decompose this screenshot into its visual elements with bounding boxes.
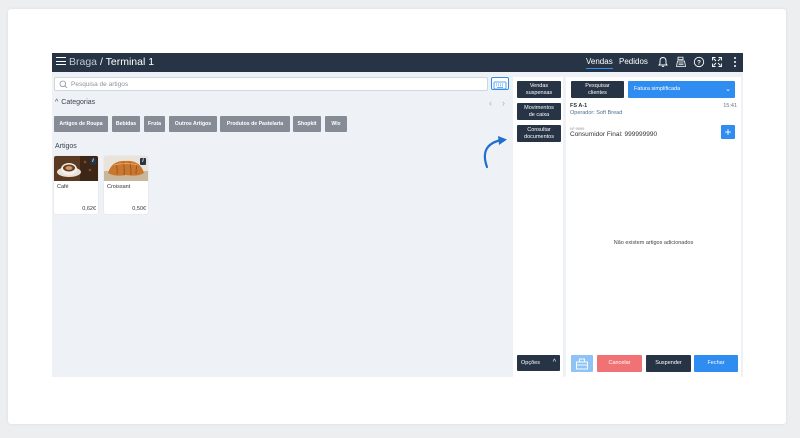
menu-icon[interactable]: [56, 57, 66, 67]
plus-icon: +: [724, 125, 732, 139]
search-clients-button[interactable]: Pesquisar clientes: [571, 81, 624, 98]
document-time: 15:41: [723, 103, 737, 109]
help-icon[interactable]: ?: [693, 56, 705, 68]
button-line: clientes: [588, 89, 607, 96]
button-line: de caixa: [528, 111, 550, 118]
title-separator: /: [99, 56, 103, 68]
articles-heading: Artigos: [55, 143, 77, 150]
categories-toggle[interactable]: ^ Categorias: [55, 99, 95, 106]
close-button[interactable]: Fechar: [694, 355, 738, 372]
customer-name[interactable]: Consumidor Final: 999999990: [570, 131, 657, 138]
cancel-button[interactable]: Cancelar: [597, 355, 642, 372]
fullscreen-icon[interactable]: [711, 56, 723, 68]
category-fruta[interactable]: Fruta: [144, 116, 165, 132]
bell-icon[interactable]: [657, 56, 669, 68]
chevron-up-icon: ^: [552, 359, 556, 366]
consult-documents-button[interactable]: Consultar documentos: [517, 125, 561, 142]
category-artigos-de-roupa[interactable]: Artigos de Roupa: [54, 116, 108, 132]
top-bar: Braga / Terminal 1 Vendas Pedidos ?: [52, 53, 743, 72]
cash-drawer-button[interactable]: [571, 355, 593, 372]
curved-arrow-icon: [483, 136, 507, 169]
store-name: Braga: [69, 56, 98, 68]
document-type-select[interactable]: Fatura simplificada ⌄: [628, 81, 735, 98]
document-id: FS A-1: [570, 103, 588, 109]
keyboard-icon: [493, 81, 507, 90]
add-customer-button[interactable]: +: [721, 125, 735, 139]
chevron-right-icon[interactable]: ›: [502, 98, 505, 108]
search-icon: [59, 80, 68, 89]
suspend-button[interactable]: Suspender: [646, 355, 691, 372]
suspended-sales-button[interactable]: Vendas suspensas: [517, 81, 561, 98]
actions-column: Vendas suspensas Movimentos de caixa Con…: [513, 77, 563, 377]
button-line: documentos: [524, 133, 554, 140]
chevron-down-icon: ⌄: [725, 86, 731, 93]
category-produtos-de-pastelaria[interactable]: Produtos de Pastelaria: [220, 116, 290, 132]
category-wix[interactable]: Wix: [325, 116, 347, 132]
category-bebidas[interactable]: Bebidas: [112, 116, 140, 132]
button-line: suspensas: [525, 89, 553, 96]
article-price: 0,62€: [82, 206, 96, 212]
info-icon[interactable]: i: [140, 158, 146, 165]
pos-app: Braga / Terminal 1 Vendas Pedidos ? Pesq…: [52, 53, 743, 377]
options-label: Opções: [521, 360, 540, 366]
svg-text:?: ?: [697, 59, 701, 66]
empty-cart-message: Não existem artigos adicionados: [613, 240, 694, 246]
article-price: 0,50€: [132, 206, 146, 212]
category-shopkit[interactable]: Shopkit: [293, 116, 321, 132]
article-name: Café: [57, 184, 69, 190]
categories-heading: Categorias: [61, 99, 96, 106]
terminal-name: Terminal 1: [105, 56, 155, 68]
page-title: Braga / Terminal 1: [69, 56, 154, 69]
cash-register-icon[interactable]: [675, 56, 687, 68]
operator-label: Operador: Soft Bread: [570, 110, 623, 116]
nav-pedidos[interactable]: Pedidos: [619, 57, 648, 67]
document-type-value: Fatura simplificada: [634, 86, 681, 92]
chevron-up-icon: ^: [55, 99, 59, 106]
options-button[interactable]: Opções ^: [517, 355, 560, 371]
nav-vendas[interactable]: Vendas: [586, 57, 613, 69]
document-panel: Pesquisar clientes Fatura simplificada ⌄…: [566, 77, 741, 377]
search-bar: [54, 77, 488, 91]
chevron-left-icon[interactable]: ‹: [489, 98, 492, 108]
keyboard-button[interactable]: [491, 77, 509, 90]
more-icon[interactable]: [729, 56, 741, 68]
article-card-croissant[interactable]: i Croissant 0,50€: [104, 156, 148, 214]
category-outros-artigos[interactable]: Outros Artigos: [169, 116, 217, 132]
article-name: Croissant: [107, 184, 131, 190]
info-icon[interactable]: i: [90, 158, 96, 165]
cash-movements-button[interactable]: Movimentos de caixa: [517, 103, 561, 120]
search-input[interactable]: [71, 79, 471, 90]
article-card-cafe[interactable]: i Café 0,62€: [54, 156, 98, 214]
cash-drawer-icon: [576, 358, 588, 370]
